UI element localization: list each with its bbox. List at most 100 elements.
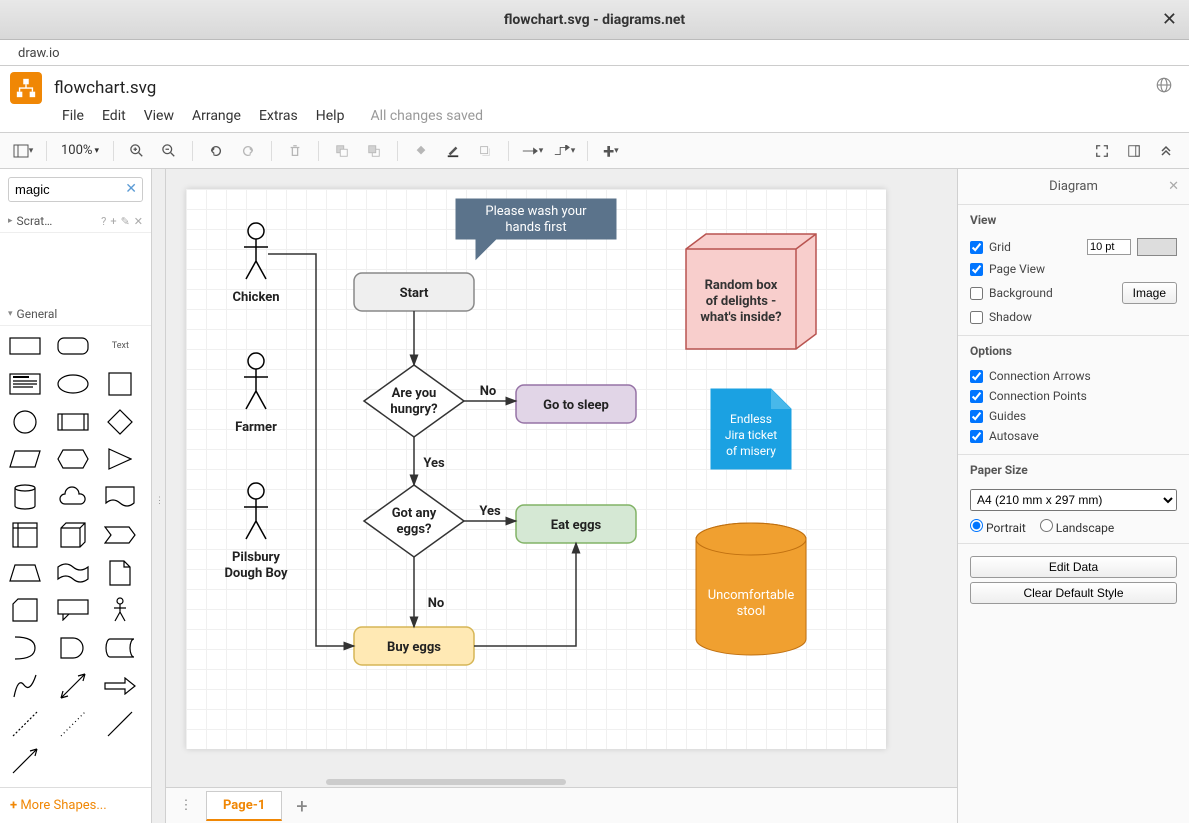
node-hungry[interactable]: Are you hungry? <box>364 365 464 437</box>
line-color-icon[interactable] <box>440 138 466 164</box>
connection-icon[interactable]: ▾ <box>519 138 545 164</box>
conn-points-checkbox[interactable] <box>970 390 983 403</box>
undo-icon[interactable] <box>203 138 229 164</box>
canvas-scroll[interactable]: Chicken Farmer Pilsbury Dough Boy <box>166 169 957 777</box>
portrait-radio-label[interactable]: Portrait <box>970 519 1026 535</box>
view-layout-icon[interactable]: ▾ <box>10 138 36 164</box>
shadow-icon[interactable] <box>472 138 498 164</box>
shape-curve[interactable] <box>6 672 44 700</box>
menu-arrange[interactable]: Arrange <box>192 108 241 124</box>
shape-and[interactable] <box>54 634 92 662</box>
fill-color-icon[interactable] <box>408 138 434 164</box>
shape-circle[interactable] <box>6 408 44 436</box>
node-eggs-question[interactable]: Got any eggs? <box>364 485 464 557</box>
shape-square[interactable] <box>101 370 139 398</box>
shape-search-input[interactable] <box>8 177 143 202</box>
zoom-in-icon[interactable] <box>124 138 150 164</box>
add-page-icon[interactable]: + <box>290 794 313 818</box>
shape-card[interactable] <box>6 596 44 624</box>
shape-textbox[interactable] <box>6 370 44 398</box>
file-name[interactable]: flowchart.svg <box>54 78 156 98</box>
panel-resize-handle[interactable]: ⋮ <box>152 169 166 823</box>
horizontal-scrollbar[interactable] <box>166 777 957 787</box>
landscape-radio[interactable] <box>1040 519 1053 532</box>
shape-tape[interactable] <box>54 559 92 587</box>
format-panel-close-icon[interactable]: ✕ <box>1168 179 1179 194</box>
shape-or[interactable] <box>6 634 44 662</box>
window-close-icon[interactable]: ✕ <box>1162 9 1177 30</box>
shape-rounded-rect[interactable] <box>54 332 92 360</box>
background-checkbox[interactable] <box>970 287 983 300</box>
shape-arrow[interactable] <box>101 672 139 700</box>
scratchpad-add-icon[interactable]: + <box>110 215 116 228</box>
clear-style-button[interactable]: Clear Default Style <box>970 582 1177 604</box>
shape-cloud[interactable] <box>54 483 92 511</box>
landscape-radio-label[interactable]: Landscape <box>1040 519 1114 535</box>
shape-callout[interactable] <box>54 596 92 624</box>
shape-step[interactable] <box>101 521 139 549</box>
format-panel-icon[interactable] <box>1121 138 1147 164</box>
background-image-button[interactable]: Image <box>1122 282 1177 304</box>
general-header[interactable]: ▾General <box>0 303 151 326</box>
scratchpad-close-icon[interactable]: ✕ <box>134 215 143 228</box>
menu-help[interactable]: Help <box>316 108 345 124</box>
shape-triangle[interactable] <box>101 445 139 473</box>
shape-box3d[interactable]: Random box of delights - what's inside? <box>686 234 816 349</box>
shape-directional[interactable] <box>6 747 44 775</box>
redo-icon[interactable] <box>235 138 261 164</box>
grid-checkbox[interactable] <box>970 241 983 254</box>
edit-data-button[interactable]: Edit Data <box>970 556 1177 578</box>
actor-chicken[interactable]: Chicken <box>232 223 279 305</box>
scratchpad-help-icon[interactable]: ? <box>101 215 106 228</box>
app-logo-icon[interactable] <box>10 72 42 104</box>
scratchpad-edit-icon[interactable]: ✎ <box>121 215 130 228</box>
more-shapes-button[interactable]: More Shapes... <box>0 787 151 823</box>
actor-farmer[interactable]: Farmer <box>235 353 277 435</box>
pageview-checkbox[interactable] <box>970 263 983 276</box>
shape-trapezoid[interactable] <box>6 559 44 587</box>
shape-hexagon[interactable] <box>54 445 92 473</box>
search-clear-icon[interactable]: ✕ <box>125 181 137 197</box>
shape-rect[interactable] <box>6 332 44 360</box>
shape-internal-storage[interactable] <box>6 521 44 549</box>
shape-dashed-line[interactable] <box>6 710 44 738</box>
shape-cylinder[interactable] <box>6 483 44 511</box>
menu-edit[interactable]: Edit <box>102 108 126 124</box>
shape-parallelogram[interactable] <box>6 445 44 473</box>
portrait-radio[interactable] <box>970 519 983 532</box>
node-eat-eggs[interactable]: Eat eggs <box>516 505 636 543</box>
shadow-checkbox[interactable] <box>970 311 983 324</box>
shape-document[interactable] <box>101 483 139 511</box>
page-menu-icon[interactable]: ⋮ <box>174 794 198 818</box>
menu-extras[interactable]: Extras <box>259 108 298 124</box>
guides-checkbox[interactable] <box>970 410 983 423</box>
menu-view[interactable]: View <box>144 108 174 124</box>
zoom-out-icon[interactable] <box>156 138 182 164</box>
paper-size-select[interactable]: A4 (210 mm x 297 mm) <box>970 489 1177 511</box>
grid-color-swatch[interactable] <box>1137 238 1177 256</box>
autosave-checkbox[interactable] <box>970 430 983 443</box>
node-buy-eggs[interactable]: Buy eggs <box>354 627 474 665</box>
shape-line[interactable] <box>101 710 139 738</box>
app-tab[interactable]: draw.io <box>8 42 70 65</box>
shape-ellipse[interactable] <box>54 370 92 398</box>
shape-dotted-line[interactable] <box>54 710 92 738</box>
shape-text[interactable]: Text <box>101 332 139 360</box>
shape-diamond[interactable] <box>101 408 139 436</box>
shape-stool[interactable]: Uncomfortable stool <box>696 523 806 655</box>
menu-file[interactable]: File <box>62 108 84 124</box>
insert-icon[interactable]: +▾ <box>598 138 624 164</box>
zoom-dropdown[interactable]: 100%▾ <box>57 141 103 160</box>
to-back-icon[interactable] <box>361 138 387 164</box>
node-sleep[interactable]: Go to sleep <box>516 385 636 423</box>
callout-wash-hands[interactable]: Please wash your hands first <box>456 199 616 259</box>
collapse-icon[interactable] <box>1153 138 1179 164</box>
globe-icon[interactable] <box>1155 76 1173 98</box>
grid-size-input[interactable] <box>1087 239 1131 255</box>
conn-arrows-checkbox[interactable] <box>970 370 983 383</box>
shape-cube[interactable] <box>54 521 92 549</box>
node-start[interactable]: Start <box>354 273 474 311</box>
shape-jira-note[interactable]: Endless Jira ticket of misery <box>711 389 791 469</box>
fullscreen-icon[interactable] <box>1089 138 1115 164</box>
shape-bidir-arrow[interactable] <box>54 672 92 700</box>
